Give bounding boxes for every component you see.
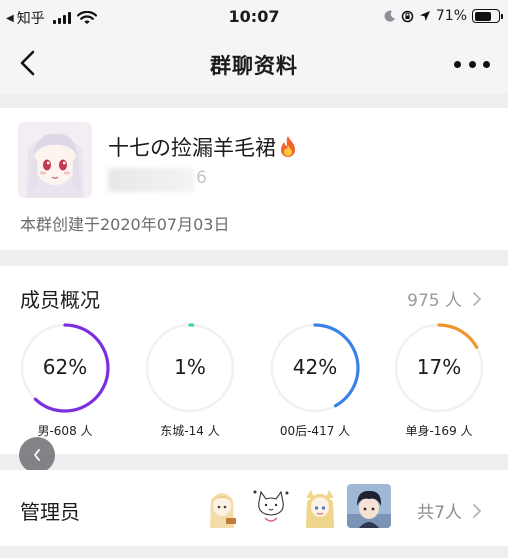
rotation-lock-icon (401, 10, 414, 22)
stat-value: 17% (416, 355, 462, 379)
members-title: 成员概况 (20, 288, 100, 312)
created-date: 本群创建于2020年07月03日 (20, 215, 230, 234)
stat-value: 42% (292, 355, 338, 379)
group-name: 十七の捡漏羊毛裙 (108, 132, 298, 162)
stat-value: 1% (174, 355, 206, 379)
stat-label: 男-608 人 (37, 424, 93, 438)
admin-avatar-list (200, 484, 391, 528)
scroll-left-button[interactable] (19, 437, 55, 473)
stat-label: 东城-14 人 (160, 424, 220, 438)
stat-label: 单身-169 人 (405, 424, 473, 438)
battery-fill (474, 11, 491, 21)
members-overview-card: 成员概况 975 人 62% 男-608 人 1% 东城-14 人 42% 00… (0, 266, 508, 454)
status-bar: ◀ 知乎 10:07 71% (0, 0, 508, 34)
stat-ring-city[interactable]: 1% (144, 322, 236, 414)
group-id-tail: 6 (196, 168, 207, 188)
chevron-left-small-icon (34, 449, 40, 461)
stat-ring-age[interactable]: 42% (269, 322, 361, 414)
bottom-divider (0, 546, 508, 558)
fire-icon (281, 136, 295, 157)
admin-title: 管理员 (20, 500, 80, 524)
admin-avatar[interactable] (347, 484, 391, 528)
admin-card[interactable]: 管理员 共7人 (0, 470, 508, 546)
admin-count-link[interactable]: 共7人 (417, 498, 482, 523)
group-avatar[interactable] (18, 122, 92, 198)
group-name-text: 十七の捡漏羊毛裙 (108, 136, 276, 160)
status-right: 71% (384, 8, 503, 24)
group-info-card[interactable]: 十七の捡漏羊毛裙 6 本群创建于2020年07月03日 (0, 108, 508, 250)
admin-count: 共7人 (417, 503, 462, 523)
member-count-link[interactable]: 975 人 (407, 286, 482, 311)
admin-avatar[interactable] (298, 484, 342, 528)
page-title: 群聊资料 (210, 54, 298, 78)
battery-percent: 71% (435, 8, 467, 24)
member-count: 975 人 (407, 291, 462, 311)
nav-bar: 群聊资料 (0, 34, 508, 94)
admin-avatar[interactable] (249, 484, 293, 528)
stat-label: 00后-417 人 (279, 424, 351, 438)
admin-avatar[interactable] (200, 484, 244, 528)
stat-ring-single[interactable]: 17% (393, 322, 485, 414)
stat-ring-gender[interactable]: 62% (19, 322, 111, 414)
chevron-right-icon (473, 291, 481, 306)
moon-icon (384, 10, 395, 22)
battery-icon (472, 9, 503, 23)
group-id-redacted (108, 168, 194, 192)
location-icon (419, 11, 430, 21)
more-dots-icon[interactable] (454, 56, 490, 72)
chevron-right-icon (473, 503, 481, 518)
stat-value: 62% (42, 355, 88, 379)
